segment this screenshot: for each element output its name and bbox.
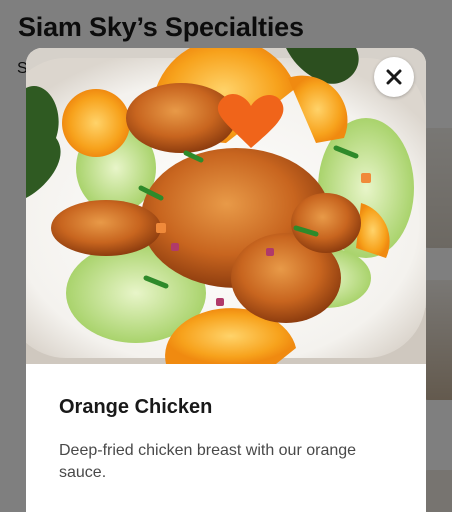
item-details: Orange Chicken Deep-fried chicken breast… (26, 364, 426, 518)
item-description: Deep-fried chicken breast with our orang… (59, 442, 357, 481)
close-icon (386, 69, 402, 85)
item-detail-modal: Orange Chicken Deep-fried chicken breast… (26, 48, 426, 518)
close-button[interactable] (374, 57, 414, 97)
item-photo (26, 48, 426, 364)
item-name: Orange Chicken (59, 396, 213, 418)
